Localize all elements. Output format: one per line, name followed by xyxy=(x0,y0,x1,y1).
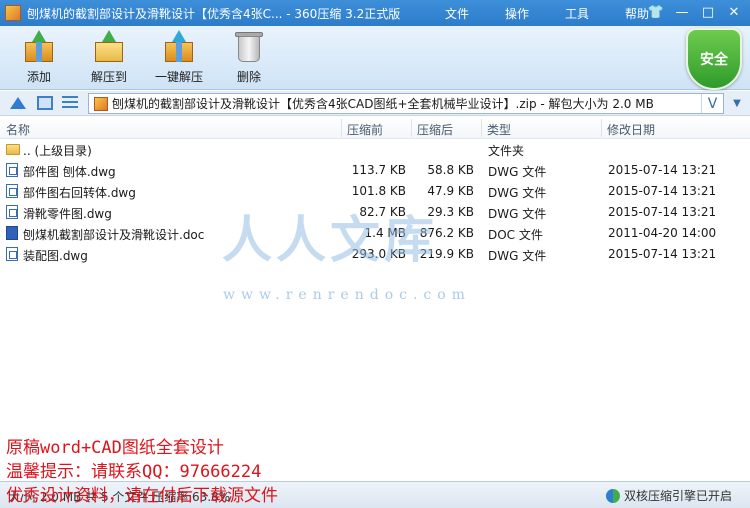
file-name: 部件图右回转体.dwg xyxy=(23,186,136,200)
extract-to-button[interactable]: 解压到 xyxy=(74,30,144,85)
col-type[interactable]: 类型 xyxy=(487,121,511,138)
security-badge[interactable]: 安全 xyxy=(686,28,742,90)
title-bar: 刨煤机的截割部设计及滑靴设计【优秀含4张C... - 360压缩 3.2正式版 … xyxy=(0,0,750,26)
doc-file-icon xyxy=(6,226,18,240)
file-date: 2015-07-14 13:21 xyxy=(608,163,717,177)
dwg-file-icon xyxy=(6,163,18,177)
file-size-unpacked: 58.8 KB xyxy=(427,163,474,177)
list-item[interactable]: 部件图右回转体.dwg 101.8 KB 47.9 KB DWG 文件 2015… xyxy=(0,181,750,202)
path-field[interactable]: 刨煤机的截割部设计及滑靴设计【优秀含4张CAD图纸+全套机械毕业设计】.zip … xyxy=(88,93,724,114)
app-logo-icon xyxy=(5,5,21,21)
list-item[interactable]: 部件图 刨体.dwg 113.7 KB 58.8 KB DWG 文件 2015-… xyxy=(0,160,750,181)
file-size-unpacked: 29.3 KB xyxy=(427,205,474,219)
delete-label: 删除 xyxy=(236,70,261,84)
file-type: 文件夹 xyxy=(488,144,525,158)
engine-status-label: 双核压缩引擎已开启 xyxy=(623,489,732,503)
one-click-extract-button[interactable]: 一键解压 xyxy=(144,30,214,85)
trash-icon xyxy=(231,30,267,64)
shield-icon: 安全 xyxy=(686,28,742,90)
promo-line-2: 温馨提示：请联系QQ：97666224 xyxy=(6,462,262,482)
file-date: 2015-07-14 13:21 xyxy=(608,184,717,198)
list-view-icon[interactable] xyxy=(62,96,78,110)
one-click-extract-icon xyxy=(161,30,197,64)
engine-icon xyxy=(605,488,620,503)
file-name: 滑靴零件图.dwg xyxy=(23,207,112,221)
file-size-packed: 82.7 KB xyxy=(359,205,406,219)
add-button-label: 添加 xyxy=(26,70,51,84)
chevron-down-icon[interactable]: ▼ xyxy=(727,93,747,114)
file-type: DWG 文件 xyxy=(488,207,547,221)
col-unpacked[interactable]: 压缩后 xyxy=(417,121,453,138)
thumbnail-view-icon[interactable] xyxy=(37,96,53,110)
path-dropdown-button[interactable]: V xyxy=(701,94,723,113)
col-name[interactable]: 名称 xyxy=(6,121,30,138)
file-type: DWG 文件 xyxy=(488,186,547,200)
promo-line-3: 优秀设计资料，请在付后下载源文件 xyxy=(6,486,278,506)
address-bar: 刨煤机的截割部设计及滑靴设计【优秀含4张CAD图纸+全套机械毕业设计】.zip … xyxy=(0,91,750,116)
file-name: 装配图.dwg xyxy=(23,249,88,263)
file-name: 部件图 刨体.dwg xyxy=(23,165,116,179)
file-size-packed: 293.0 KB xyxy=(351,247,406,261)
file-name: 刨煤机截割部设计及滑靴设计.doc xyxy=(23,228,205,242)
close-button[interactable]: ✕ xyxy=(722,2,746,22)
file-date: 2011-04-20 14:00 xyxy=(608,226,717,240)
file-size-packed: 113.7 KB xyxy=(351,163,406,177)
list-header: 名称 压缩前 压缩后 类型 修改日期 xyxy=(0,117,750,139)
list-item[interactable]: 装配图.dwg 293.0 KB 219.9 KB DWG 文件 2015-07… xyxy=(0,244,750,265)
list-item[interactable]: 刨煤机截割部设计及滑靴设计.doc 1.4 MB 876.2 KB DOC 文件… xyxy=(0,223,750,244)
dwg-file-icon xyxy=(6,184,18,198)
list-item-parent[interactable]: .. (上级目录) 文件夹 xyxy=(0,139,750,160)
col-packed[interactable]: 压缩前 xyxy=(347,121,383,138)
file-size-unpacked: 876.2 KB xyxy=(419,226,474,240)
menu-operate[interactable]: 操作 xyxy=(505,5,529,22)
list-item[interactable]: 滑靴零件图.dwg 82.7 KB 29.3 KB DWG 文件 2015-07… xyxy=(0,202,750,223)
col-date[interactable]: 修改日期 xyxy=(607,121,655,138)
window-controls: 👕 — □ ✕ xyxy=(642,2,746,22)
toolbar: 添加 解压到 一键解压 删除 xyxy=(0,26,750,90)
one-click-extract-label: 一键解压 xyxy=(154,70,203,84)
add-archive-icon xyxy=(21,30,57,64)
file-list: 名称 压缩前 压缩后 类型 修改日期 .. (上级目录) 文件夹 部件图 刨体.… xyxy=(0,117,750,481)
file-type: DWG 文件 xyxy=(488,165,547,179)
delete-button[interactable]: 删除 xyxy=(214,30,284,85)
extract-to-label: 解压到 xyxy=(90,70,127,84)
file-date: 2015-07-14 13:21 xyxy=(608,247,717,261)
dual-core-engine-status[interactable]: 双核压缩引擎已开启 xyxy=(605,487,732,504)
file-size-packed: 1.4 MB xyxy=(364,226,406,240)
file-type: DOC 文件 xyxy=(488,228,543,242)
file-size-packed: 101.8 KB xyxy=(351,184,406,198)
file-name: .. (上级目录) xyxy=(23,144,92,158)
promo-line-1: 原稿word+CAD图纸全套设计 xyxy=(6,438,224,458)
dwg-file-icon xyxy=(6,205,18,219)
maximize-button[interactable]: □ xyxy=(696,2,720,22)
add-button[interactable]: 添加 xyxy=(4,30,74,85)
archive-icon xyxy=(94,96,108,111)
dwg-file-icon xyxy=(6,247,18,261)
window-title: 刨煤机的截割部设计及滑靴设计【优秀含4张C... - 360压缩 3.2正式版 xyxy=(27,6,401,21)
file-type: DWG 文件 xyxy=(488,249,547,263)
path-text: 刨煤机的截割部设计及滑靴设计【优秀含4张CAD图纸+全套机械毕业设计】.zip … xyxy=(112,97,654,111)
folder-icon xyxy=(6,144,20,155)
skin-icon[interactable]: 👕 xyxy=(644,2,668,22)
up-level-icon[interactable] xyxy=(10,97,26,109)
file-date: 2015-07-14 13:21 xyxy=(608,205,717,219)
extract-to-icon xyxy=(91,30,127,64)
minimize-button[interactable]: — xyxy=(670,2,694,22)
menu-tools[interactable]: 工具 xyxy=(565,5,589,22)
file-size-unpacked: 47.9 KB xyxy=(427,184,474,198)
menu-file[interactable]: 文件 xyxy=(445,5,469,22)
file-size-unpacked: 219.9 KB xyxy=(419,247,474,261)
